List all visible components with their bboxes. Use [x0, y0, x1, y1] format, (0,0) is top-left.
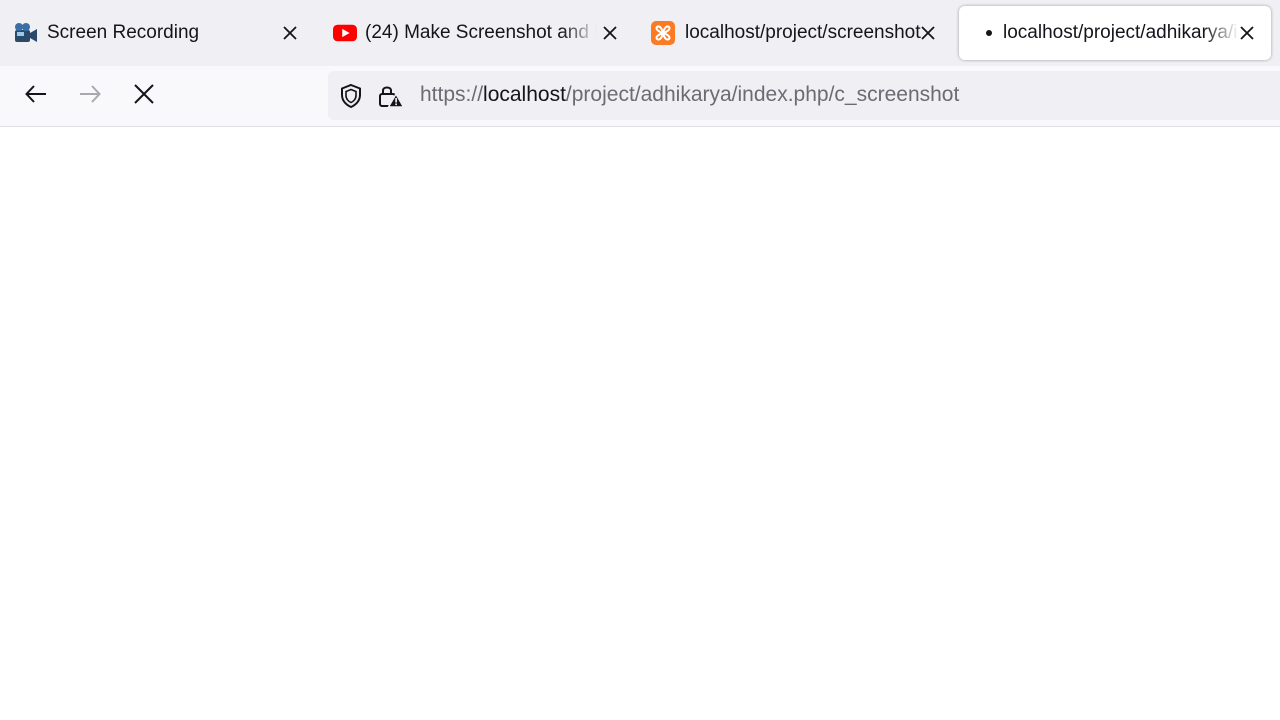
xampp-icon: [651, 21, 675, 45]
youtube-icon: [333, 21, 357, 45]
insecure-lock-warning-icon[interactable]: [378, 83, 404, 109]
tab-title: localhost/project/screenshot/: [685, 22, 921, 43]
url-host: localhost: [483, 83, 566, 106]
back-button[interactable]: [18, 78, 54, 114]
back-arrow-icon: [24, 82, 48, 111]
close-tab-icon[interactable]: [1235, 21, 1259, 45]
stop-button[interactable]: [126, 78, 162, 114]
address-bar[interactable]: https://localhost/project/adhikarya/inde…: [328, 71, 1280, 120]
tab-localhost-screenshot[interactable]: localhost/project/screenshot/: [651, 6, 947, 60]
url-path: /project/adhikarya/index.php/c_screensho…: [565, 83, 960, 106]
tab-youtube[interactable]: (24) Make Screenshot and Do: [333, 6, 629, 60]
close-tab-icon[interactable]: [598, 21, 622, 45]
close-tab-icon[interactable]: [278, 21, 302, 45]
forward-arrow-icon: [78, 82, 102, 111]
tracking-protection-shield-icon[interactable]: [338, 83, 364, 109]
stop-loading-icon: [133, 83, 155, 110]
url-text[interactable]: https://localhost/project/adhikarya/inde…: [420, 83, 959, 107]
navigation-toolbar: https://localhost/project/adhikarya/inde…: [0, 66, 1280, 127]
page-content: [0, 127, 1280, 720]
tab-localhost-adhikarya[interactable]: localhost/project/adhikarya/index.php/c_…: [959, 6, 1271, 60]
tab-title: (24) Make Screenshot and Do: [365, 22, 597, 43]
tab-title: Screen Recording: [47, 22, 200, 43]
close-tab-icon[interactable]: [916, 21, 940, 45]
tab-strip: Screen Recording (24) Make Screenshot an…: [0, 0, 1280, 66]
tab-screen-recording[interactable]: Screen Recording: [14, 6, 312, 60]
loading-dot-icon: [979, 21, 999, 45]
screen-recording-icon: [14, 21, 38, 45]
tab-title: localhost/project/adhikarya/index.php/c_…: [1003, 22, 1239, 43]
url-scheme: https://: [420, 83, 484, 106]
forward-button[interactable]: [72, 78, 108, 114]
